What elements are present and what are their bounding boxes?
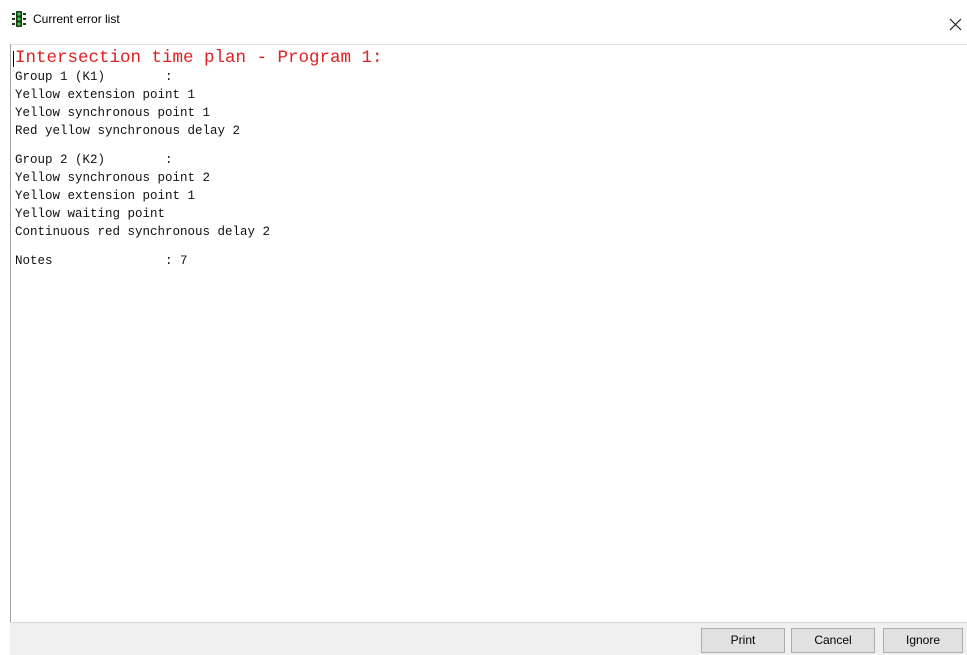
print-button[interactable]: Print xyxy=(701,628,785,653)
error-list-window: Current error list Intersection time pla… xyxy=(0,0,967,655)
ignore-button[interactable]: Ignore xyxy=(883,628,963,653)
notes-line: Notes : 7 xyxy=(15,254,188,268)
group2-item: Yellow extension point 1 xyxy=(15,189,196,203)
title-bar[interactable]: Current error list xyxy=(0,0,967,36)
group1-item: Yellow synchronous point 1 xyxy=(15,106,211,120)
button-bar: Print Cancel Ignore xyxy=(10,622,967,655)
error-list-text: Intersection time plan - Program 1: Grou… xyxy=(15,49,383,270)
group2-item: Yellow synchronous point 2 xyxy=(15,171,211,185)
group2-header: Group 2 (K2) : xyxy=(15,153,173,167)
close-icon[interactable] xyxy=(945,14,967,36)
group1-item: Red yellow synchronous delay 2 xyxy=(15,124,241,138)
window-title: Current error list xyxy=(33,12,120,26)
cancel-button[interactable]: Cancel xyxy=(791,628,875,653)
group2-item: Yellow waiting point xyxy=(15,207,166,221)
group1-header: Group 1 (K1) : xyxy=(15,70,173,84)
error-list-textbox[interactable]: Intersection time plan - Program 1: Grou… xyxy=(10,44,967,622)
traffic-light-icon xyxy=(12,11,26,27)
program-heading: Intersection time plan - Program 1: xyxy=(15,48,383,68)
group1-item: Yellow extension point 1 xyxy=(15,88,196,102)
group2-item: Continuous red synchronous delay 2 xyxy=(15,225,271,239)
text-caret xyxy=(13,51,14,67)
